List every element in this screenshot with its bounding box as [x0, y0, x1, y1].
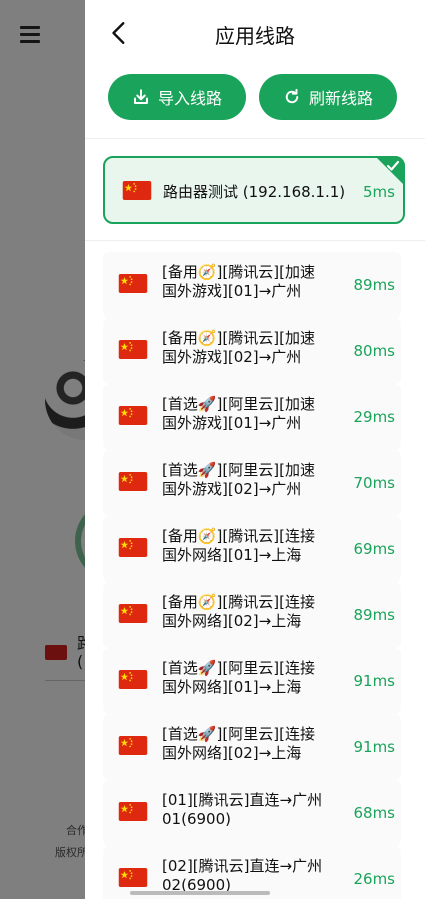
route-name-line2: 国外网络][02]→上海: [162, 744, 302, 762]
refresh-icon: [285, 88, 299, 104]
route-item[interactable]: [备用🧭][腾讯云][连接 国外网络][02]→上海 89ms: [103, 582, 401, 648]
route-list: [备用🧭][腾讯云][加速 国外游戏][01]→广州 89ms [备用🧭][腾讯…: [103, 252, 401, 899]
refresh-routes-button[interactable]: 刷新线路: [259, 74, 397, 120]
route-item[interactable]: [备用🧭][腾讯云][加速 国外游戏][01]→广州 89ms: [103, 252, 401, 318]
route-name: [首选🚀][阿里云][连接 国外网络][01]→上海: [162, 659, 342, 697]
china-flag-icon: [118, 868, 148, 887]
route-item[interactable]: [首选🚀][阿里云][加速 国外游戏][02]→广州 70ms: [103, 450, 401, 516]
route-name: [02][腾讯云]直连→广州 02(6900): [162, 857, 342, 895]
route-item[interactable]: [首选🚀][阿里云][连接 国外网络][02]→上海 91ms: [103, 714, 401, 780]
route-item[interactable]: [首选🚀][阿里云][加速 国外游戏][01]→广州 29ms: [103, 384, 401, 450]
route-name-line2: 国外网络][01]→上海: [162, 546, 302, 564]
route-item[interactable]: [01][腾讯云]直连→广州 01(6900) 68ms: [103, 780, 401, 846]
home-indicator: [130, 891, 270, 895]
page-title: 应用线路: [215, 24, 295, 48]
china-flag-icon: [122, 181, 152, 200]
route-name-line1: [备用🧭][腾讯云][连接: [162, 593, 315, 611]
route-name-line2: 国外游戏][01]→广州: [162, 414, 302, 432]
route-latency: 70ms: [353, 474, 395, 492]
china-flag-icon: [118, 604, 148, 623]
route-name-line1: [01][腾讯云]直连→广州: [162, 791, 323, 809]
refresh-routes-label: 刷新线路: [308, 89, 373, 108]
china-flag-icon: [118, 340, 148, 359]
route-drawer: 应用线路 导入线路 刷新线路 路由器测试 (192.168.1.1) 5ms […: [85, 0, 425, 899]
route-name-line1: [首选🚀][阿里云][连接: [162, 659, 315, 677]
china-flag-icon: [118, 538, 148, 557]
route-latency: 68ms: [353, 804, 395, 822]
china-flag-icon: [118, 472, 148, 491]
route-name-line1: [首选🚀][阿里云][加速: [162, 395, 315, 413]
route-name-line1: [首选🚀][阿里云][连接: [162, 725, 315, 743]
download-icon: [134, 89, 148, 104]
route-name: [备用🧭][腾讯云][加速 国外游戏][02]→广州: [162, 329, 342, 367]
china-flag-icon: [118, 736, 148, 755]
route-latency: 89ms: [353, 276, 395, 294]
route-name-line1: [备用🧭][腾讯云][加速: [162, 329, 315, 347]
route-name: [首选🚀][阿里云][加速 国外游戏][01]→广州: [162, 395, 342, 433]
route-item[interactable]: [备用🧭][腾讯云][加速 国外游戏][02]→广州 80ms: [103, 318, 401, 384]
drawer-header: 应用线路: [85, 0, 425, 68]
china-flag-icon: [118, 670, 148, 689]
china-flag-icon: [118, 274, 148, 293]
route-latency: 80ms: [353, 342, 395, 360]
selected-route-latency: 5ms: [363, 183, 395, 201]
route-latency: 26ms: [353, 870, 395, 888]
route-item[interactable]: [首选🚀][阿里云][连接 国外网络][01]→上海 91ms: [103, 648, 401, 714]
route-name-line1: [备用🧭][腾讯云][连接: [162, 527, 315, 545]
route-name: [备用🧭][腾讯云][连接 国外网络][02]→上海: [162, 593, 342, 631]
china-flag-icon: [118, 406, 148, 425]
import-routes-button[interactable]: 导入线路: [108, 74, 246, 120]
route-name-line2: 国外游戏][02]→广州: [162, 348, 302, 366]
route-name: [首选🚀][阿里云][加速 国外游戏][02]→广州: [162, 461, 342, 499]
route-name-line2: 01(6900): [162, 810, 231, 828]
route-name: [备用🧭][腾讯云][加速 国外游戏][01]→广州: [162, 263, 342, 301]
route-item[interactable]: [备用🧭][腾讯云][连接 国外网络][01]→上海 69ms: [103, 516, 401, 582]
route-name: [首选🚀][阿里云][连接 国外网络][02]→上海: [162, 725, 342, 763]
route-name-line2: 国外游戏][02]→广州: [162, 480, 302, 498]
route-name-line2: 国外游戏][01]→广州: [162, 282, 302, 300]
route-name-line2: 国外网络][02]→上海: [162, 612, 302, 630]
divider: [85, 138, 425, 139]
selected-route-card[interactable]: 路由器测试 (192.168.1.1) 5ms: [103, 156, 405, 224]
china-flag-icon: [118, 802, 148, 821]
selected-route-name: 路由器测试 (192.168.1.1): [163, 183, 346, 201]
route-latency: 91ms: [353, 738, 395, 756]
import-routes-label: 导入线路: [157, 89, 222, 108]
divider: [85, 240, 425, 241]
route-latency: 91ms: [353, 672, 395, 690]
route-name-line1: [02][腾讯云]直连→广州: [162, 857, 323, 875]
check-icon: [386, 160, 400, 171]
route-name: [备用🧭][腾讯云][连接 国外网络][01]→上海: [162, 527, 342, 565]
route-name-line1: [备用🧭][腾讯云][加速: [162, 263, 315, 281]
route-name-line2: 国外网络][01]→上海: [162, 678, 302, 696]
route-latency: 89ms: [353, 606, 395, 624]
route-name: [01][腾讯云]直连→广州 01(6900): [162, 791, 342, 829]
route-name-line1: [首选🚀][阿里云][加速: [162, 461, 315, 479]
route-latency: 69ms: [353, 540, 395, 558]
route-latency: 29ms: [353, 408, 395, 426]
